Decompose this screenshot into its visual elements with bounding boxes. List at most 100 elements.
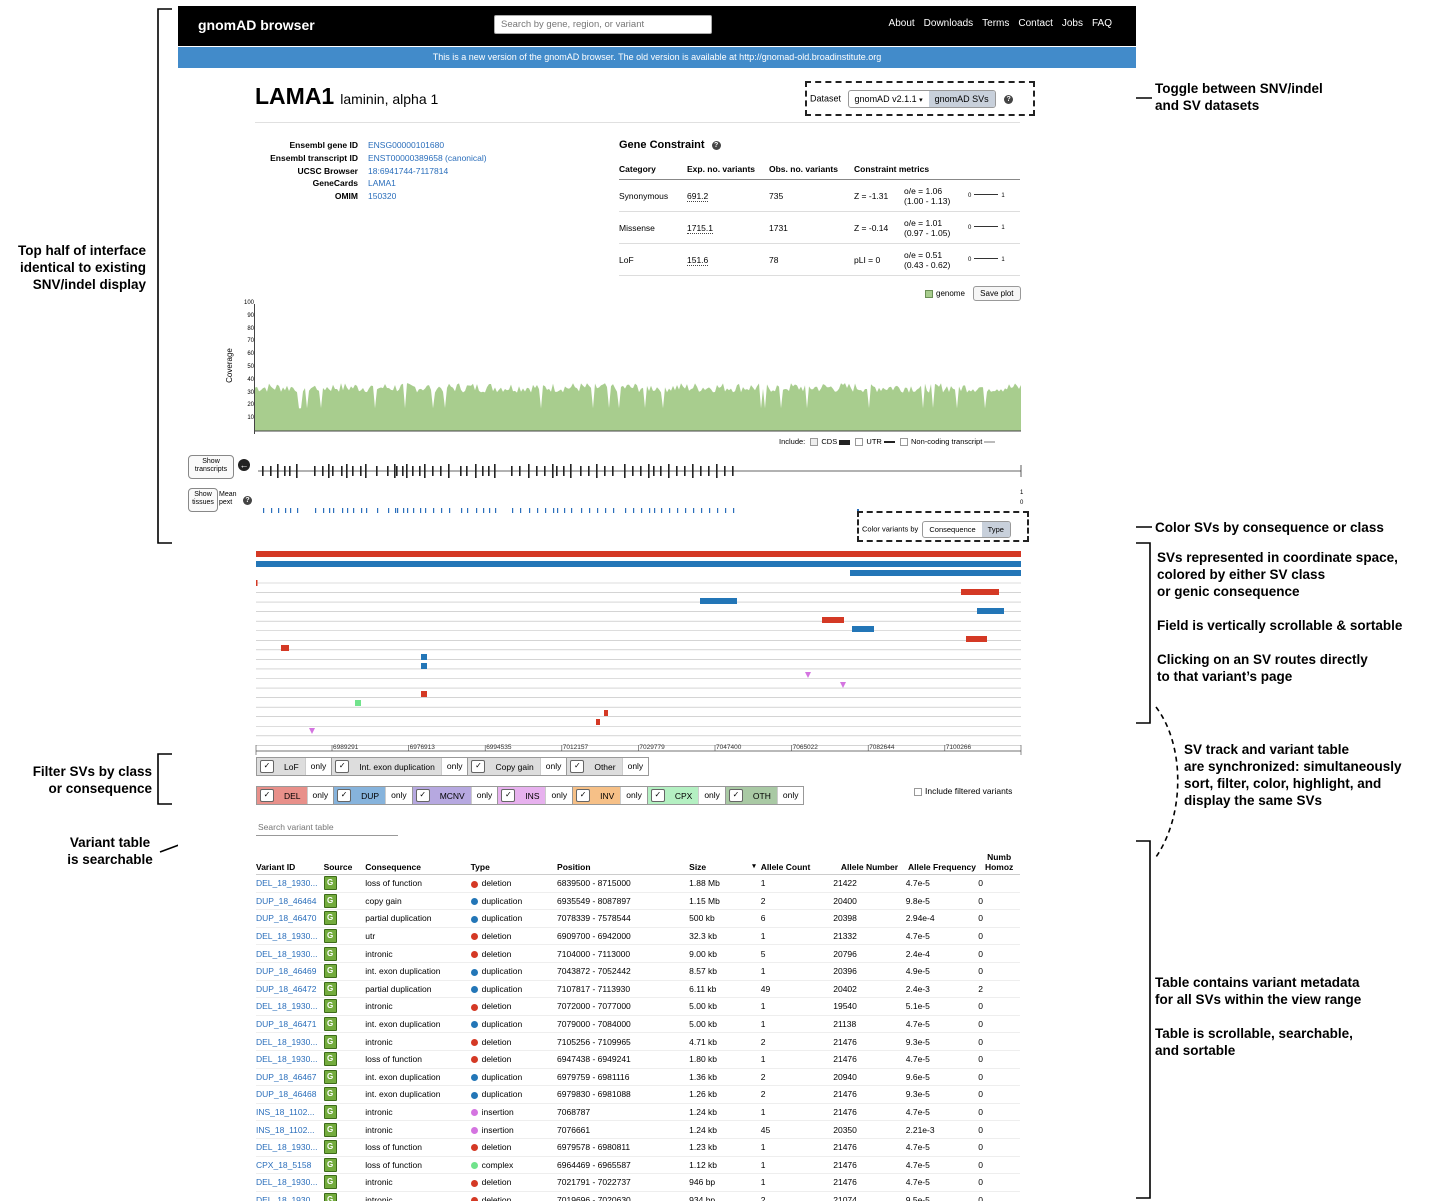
filter-chip-int-exon-duplication[interactable]: ✓ Int. exon duplication only (331, 757, 469, 776)
sv-bar[interactable] (256, 561, 1021, 567)
variant-id-link[interactable]: DUP_18_46471 (256, 1019, 324, 1029)
table-row[interactable]: DUP_18_46467 Gint. exon duplication duplic… (256, 1069, 1020, 1087)
table-row[interactable]: DUP_18_46471 Gint. exon duplication duplic… (256, 1016, 1020, 1034)
nav-jobs[interactable]: Jobs (1062, 18, 1083, 29)
table-row[interactable]: DUP_18_46469 Gint. exon duplication duplic… (256, 963, 1020, 981)
arrow-left-icon[interactable]: ← (238, 459, 250, 471)
check-icon[interactable]: ✓ (570, 760, 585, 773)
variant-id-link[interactable]: DUP_18_46468 (256, 1089, 324, 1099)
attr-link[interactable]: ENSG00000101680 (368, 139, 444, 152)
sv-bar[interactable] (822, 617, 844, 623)
table-row[interactable]: INS_18_1102... Gintronic insertion 7068787 1… (256, 1104, 1020, 1122)
cds-checkbox[interactable] (810, 438, 819, 447)
table-row[interactable]: INS_18_1102... Gintronic insertion 7076661 1… (256, 1121, 1020, 1139)
check-icon[interactable]: ✓ (335, 760, 350, 773)
dataset-sv-option[interactable]: gnomAD SVs (928, 91, 995, 107)
sv-insertion-marker[interactable] (805, 672, 811, 678)
check-icon[interactable]: ✓ (728, 789, 743, 802)
table-row[interactable]: DUP_18_46468 Gint. exon duplication duplic… (256, 1086, 1020, 1104)
filter-chip-copy-gain[interactable]: ✓ Copy gain only (467, 757, 568, 776)
col-position[interactable]: Position (557, 862, 689, 872)
sv-bar[interactable] (281, 645, 289, 651)
variant-id-link[interactable]: DUP_18_46467 (256, 1072, 324, 1082)
variant-id-link[interactable]: DUP_18_46469 (256, 966, 324, 976)
table-row[interactable]: DEL_18_1930... Gintronic deletion 7021791 -… (256, 1174, 1020, 1192)
sv-bar[interactable] (596, 719, 600, 725)
sv-bar[interactable] (966, 636, 987, 642)
filter-chip-mcnv[interactable]: ✓ MCNV only (411, 786, 499, 805)
filter-only-button[interactable]: only (385, 787, 412, 804)
variant-id-link[interactable]: INS_18_1102... (256, 1107, 324, 1117)
sv-bar[interactable] (604, 710, 608, 716)
brand-logo[interactable]: gnomAD browser (198, 17, 315, 33)
color-by-type[interactable]: Type (981, 522, 1010, 537)
sv-insertion-marker[interactable] (309, 728, 315, 734)
color-by-consequence[interactable]: Consequence (923, 522, 981, 537)
filter-chip-oth[interactable]: ✓ OTH only (724, 786, 805, 805)
global-search-input[interactable]: Search by gene, region, or variant (494, 15, 712, 34)
filter-only-button[interactable]: only (621, 758, 649, 775)
nav-contact[interactable]: Contact (1018, 18, 1052, 29)
filter-only-button[interactable]: only (620, 787, 647, 804)
variant-id-link[interactable]: DEL_18_1930... (256, 1054, 324, 1064)
check-icon[interactable]: ✓ (260, 789, 274, 802)
sv-bar[interactable] (256, 580, 258, 586)
nav-about[interactable]: About (889, 18, 915, 29)
table-row[interactable]: CPX_18_5158 Gloss of function complex 69644… (256, 1157, 1020, 1175)
attr-link[interactable]: ENST00000389658 (canonical) (368, 152, 487, 165)
check-icon[interactable]: ✓ (415, 789, 430, 802)
table-row[interactable]: DEL_18_1930... Gintronic deletion 7104000 -… (256, 945, 1020, 963)
filter-only-button[interactable]: only (470, 787, 498, 804)
sv-bar[interactable] (421, 663, 427, 669)
variant-id-link[interactable]: DEL_18_1930... (256, 878, 324, 888)
variant-id-link[interactable]: DEL_18_1930... (256, 1177, 324, 1187)
show-tissues-button[interactable]: Show tissues (188, 488, 218, 512)
show-transcripts-button[interactable]: Show transcripts (188, 455, 234, 479)
help-icon[interactable]: ? (711, 140, 721, 150)
filter-only-button[interactable]: only (304, 758, 332, 775)
col-consequence[interactable]: Consequence (365, 862, 470, 872)
check-icon[interactable]: ✓ (576, 789, 591, 802)
check-icon[interactable]: ✓ (260, 760, 274, 773)
col-variant-id[interactable]: Variant ID (256, 862, 324, 872)
table-row[interactable]: DEL_18_1930... Gloss of function deletion 6… (256, 1051, 1020, 1069)
variant-id-link[interactable]: DEL_18_1930... (256, 1001, 324, 1011)
variant-id-link[interactable]: INS_18_1102... (256, 1125, 324, 1135)
filter-chip-ins[interactable]: ✓ INS only (497, 786, 574, 805)
nav-faq[interactable]: FAQ (1092, 18, 1112, 29)
col-allele-frequency[interactable]: Allele Frequency (906, 862, 979, 872)
utr-checkbox[interactable] (855, 438, 864, 447)
attr-link[interactable]: LAMA1 (368, 177, 396, 190)
filter-chip-other[interactable]: ✓ Other only (566, 757, 650, 776)
help-icon[interactable]: ? (1004, 94, 1014, 104)
filter-chip-del[interactable]: ✓ DEL only (256, 786, 335, 805)
variant-id-link[interactable]: DEL_18_1930... (256, 1142, 324, 1152)
variant-table-search-input[interactable] (256, 818, 398, 836)
sv-bar[interactable] (256, 551, 1021, 557)
filter-only-button[interactable]: only (776, 787, 804, 804)
sv-bar[interactable] (961, 589, 999, 595)
attr-link[interactable]: 150320 (368, 190, 396, 203)
col-size[interactable]: Size ▾ (689, 862, 756, 872)
sv-bar[interactable] (355, 700, 361, 706)
help-icon[interactable]: ? (243, 496, 252, 505)
sv-bar[interactable] (700, 598, 737, 604)
sv-bar[interactable] (421, 691, 427, 697)
check-icon[interactable]: ✓ (471, 760, 486, 773)
filter-chip-inv[interactable]: ✓ INV only (572, 786, 648, 805)
table-row[interactable]: DUP_18_46464 Gcopy gain duplication 6935549… (256, 893, 1020, 911)
noncoding-checkbox[interactable] (900, 438, 909, 447)
filter-only-button[interactable]: only (440, 758, 468, 775)
col-allele-count[interactable]: Allele Count (756, 862, 834, 872)
nav-terms[interactable]: Terms (982, 18, 1009, 29)
include-filtered-checkbox[interactable] (914, 787, 922, 796)
table-row[interactable]: DEL_18_1930... Gintronic deletion 7019696 -… (256, 1192, 1020, 1201)
table-row[interactable]: DEL_18_1930... Gintronic deletion 7072000 -… (256, 998, 1020, 1016)
filter-chip-cpx[interactable]: ✓ CPX only (646, 786, 726, 805)
table-row[interactable]: DEL_18_1930... Gloss of function deletion 6… (256, 1139, 1020, 1157)
check-icon[interactable]: ✓ (501, 789, 516, 802)
nav-downloads[interactable]: Downloads (924, 18, 973, 29)
sv-bar[interactable] (850, 570, 1021, 576)
sv-insertion-marker[interactable] (840, 682, 846, 688)
sv-track[interactable]: 6989291 6976913 6994535 7012157 7029779 70474… (254, 544, 1029, 758)
